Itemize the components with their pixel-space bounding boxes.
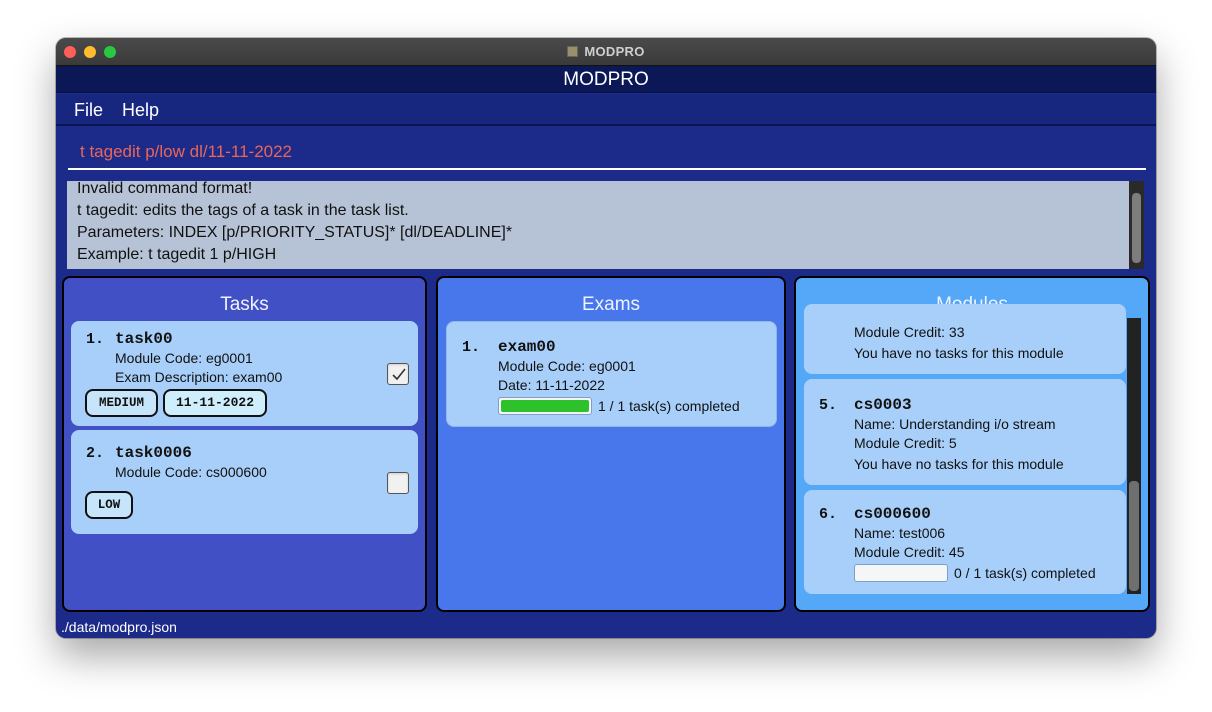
exam-date: Date: 11-11-2022 <box>498 377 605 393</box>
module-tasks-note: You have no tasks for this module <box>854 345 1064 361</box>
task-name: task00 <box>115 330 173 348</box>
task-name: task0006 <box>115 444 192 462</box>
command-input[interactable]: t tagedit p/low dl/11-11-2022 <box>80 142 292 162</box>
data-file-path: ./data/modpro.json <box>61 619 177 635</box>
module-progress-bar <box>854 564 948 582</box>
result-scrollbar-thumb[interactable] <box>1132 193 1141 263</box>
result-line: t tagedit: edits the tags of a task in t… <box>77 202 409 219</box>
check-icon <box>392 368 406 381</box>
module-index: 5. <box>819 397 838 414</box>
task-module-code: Module Code: cs000600 <box>115 464 267 480</box>
result-line: Parameters: INDEX [p/PRIORITY_STATUS]* [… <box>77 224 513 241</box>
task-module-code: Module Code: eg0001 <box>115 350 253 366</box>
task-exam-description: Exam Description: exam00 <box>115 369 283 385</box>
command-box[interactable]: t tagedit p/low dl/11-11-2022 <box>68 138 1146 170</box>
exam-name: exam00 <box>498 338 556 356</box>
task-done-checkbox[interactable] <box>387 472 409 494</box>
modules-scrollbar-thumb[interactable] <box>1129 481 1139 591</box>
module-card[interactable]: 6. cs000600 Name: test006 Module Credit:… <box>804 490 1126 594</box>
window-title: MODPRO <box>56 44 1156 59</box>
task-index: 2. <box>86 445 105 462</box>
module-tasks-note: You have no tasks for this module <box>854 456 1064 472</box>
tasks-panel: Tasks 1. task00 Module Code: eg0001 Exam… <box>62 276 427 612</box>
module-card[interactable]: 5. cs0003 Name: Understanding i/o stream… <box>804 379 1126 485</box>
deadline-tag: 11-11-2022 <box>163 389 267 417</box>
exam-module-code: Module Code: eg0001 <box>498 358 636 374</box>
window-title-text: MODPRO <box>584 44 645 59</box>
result-line: Example: t tagedit 1 p/HIGH <box>77 246 277 263</box>
priority-tag: LOW <box>85 491 133 519</box>
exam-progress-text: 1 / 1 task(s) completed <box>598 398 740 414</box>
exams-panel-title: Exams <box>581 294 641 315</box>
exam-index: 1. <box>462 339 481 356</box>
app-header: MODPRO <box>56 66 1156 93</box>
title-bar[interactable]: MODPRO <box>56 38 1156 66</box>
task-done-checkbox[interactable] <box>387 363 409 385</box>
menu-file[interactable]: File <box>74 100 103 121</box>
exam-progress-fill <box>501 400 589 412</box>
result-line: Invalid command format! <box>77 181 253 197</box>
result-display: Invalid command format! t tagedit: edits… <box>67 181 1129 269</box>
app-icon <box>567 46 579 57</box>
exam-progress-bar <box>498 397 592 415</box>
module-credit: Module Credit: 45 <box>854 544 965 560</box>
module-progress-text: 0 / 1 task(s) completed <box>954 565 1096 581</box>
exam-card[interactable]: 1. exam00 Module Code: eg0001 Date: 11-1… <box>446 321 777 427</box>
module-code: cs000600 <box>854 505 931 523</box>
module-card[interactable]: Module Credit: 33 You have no tasks for … <box>804 304 1126 374</box>
tasks-panel-title: Tasks <box>220 294 269 315</box>
module-name: Name: Understanding i/o stream <box>854 416 1056 432</box>
task-index: 1. <box>86 331 105 348</box>
module-name: Name: test006 <box>854 525 946 541</box>
status-bar: ./data/modpro.json <box>56 616 1156 638</box>
menu-bar: File Help <box>56 94 1156 126</box>
modules-scrollbar[interactable] <box>1127 318 1141 594</box>
module-credit: Module Credit: 5 <box>854 435 957 451</box>
result-scrollbar[interactable] <box>1129 181 1144 269</box>
priority-tag: MEDIUM <box>85 389 158 417</box>
task-card[interactable]: 1. task00 Module Code: eg0001 Exam Descr… <box>71 321 418 426</box>
modules-panel: Modules Module Credit: 33 You have no ta… <box>794 276 1150 612</box>
module-code: cs0003 <box>854 396 912 414</box>
app-window: MODPRO MODPRO File Help t tagedit p/low … <box>56 38 1156 638</box>
module-index: 6. <box>819 506 838 523</box>
module-credit: Module Credit: 33 <box>854 324 965 340</box>
exams-panel: Exams 1. exam00 Module Code: eg0001 Date… <box>436 276 786 612</box>
menu-help[interactable]: Help <box>122 100 159 121</box>
task-card[interactable]: 2. task0006 Module Code: cs000600 LOW <box>71 430 418 534</box>
